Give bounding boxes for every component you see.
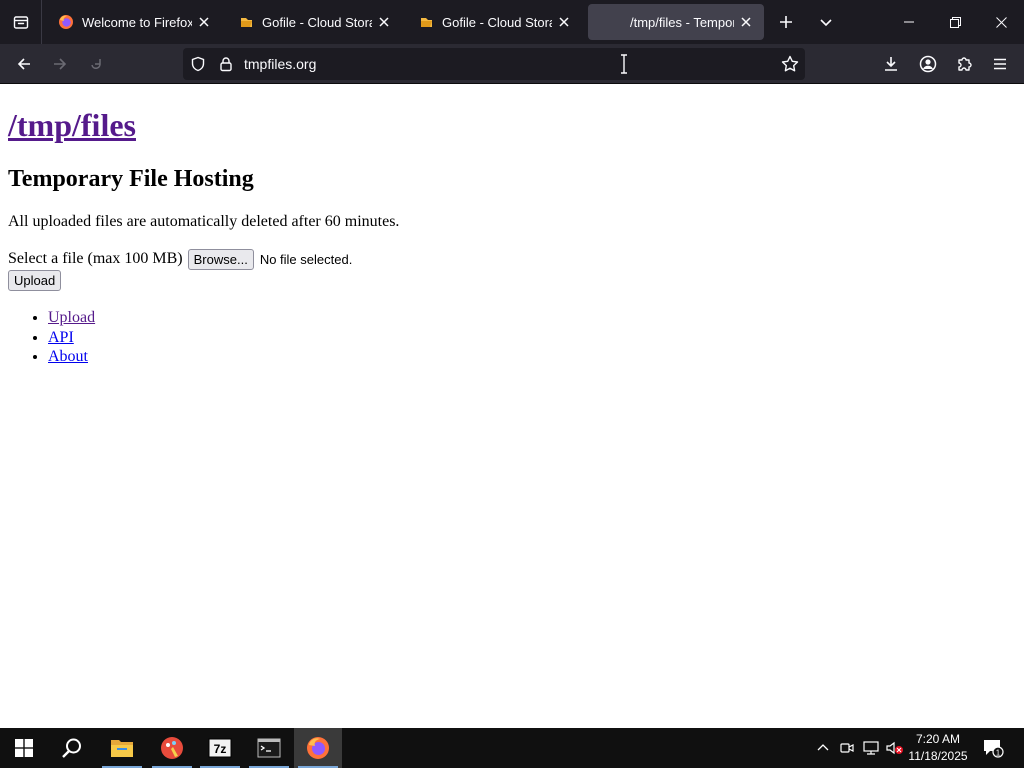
list-item: Upload (48, 308, 95, 328)
camera-icon (840, 743, 854, 753)
firefox-icon (58, 14, 74, 30)
navigation-toolbar: tmpfiles.org (0, 44, 1024, 84)
plus-icon (780, 16, 792, 28)
firefox-icon (307, 737, 329, 759)
firefox-view-icon (13, 16, 28, 29)
forward-arrow-icon (54, 58, 67, 70)
close-window-button[interactable] (978, 0, 1024, 44)
upload-button[interactable]: Upload (8, 270, 62, 291)
deletion-notice: All uploaded files are automatically del… (8, 213, 400, 230)
tab-title: /tmp/files - Temporary File Hosting (630, 14, 734, 30)
gofile-icon (238, 14, 254, 30)
site-home-link[interactable]: /tmp/files (8, 107, 136, 143)
back-arrow-icon (17, 58, 30, 70)
file-explorer-icon (111, 740, 133, 757)
clock-time: 7:20 AM (915, 732, 961, 746)
chevron-down-icon (820, 19, 832, 27)
site-title: /tmp/files (8, 107, 136, 144)
site-nav-list: Upload API About (48, 308, 95, 367)
tab-gofile-1[interactable]: Gofile - Cloud Storage Made Simple (226, 4, 402, 40)
tab-tmpfiles[interactable]: /tmp/files - Temporary File Hosting (588, 4, 764, 40)
volume-muted-icon (886, 741, 903, 755)
app-menu-button[interactable] (984, 48, 1016, 80)
nav-link-api[interactable]: API (48, 329, 74, 346)
network-icon (863, 741, 879, 755)
back-button[interactable] (8, 48, 40, 80)
nav-link-upload[interactable]: Upload (48, 309, 95, 326)
account-button[interactable] (912, 48, 944, 80)
tab-title: Welcome to Firefox (82, 14, 192, 30)
paint-app-icon (161, 737, 183, 759)
nav-link-about[interactable]: About (48, 348, 88, 365)
svg-text:7z: 7z (214, 742, 227, 756)
taskbar-paint-app[interactable] (148, 728, 196, 768)
tracking-protection-icon[interactable] (190, 56, 206, 76)
network-button[interactable] (860, 728, 882, 768)
chevron-up-icon (817, 744, 829, 751)
terminal-icon (257, 738, 281, 758)
taskbar-firefox[interactable] (294, 728, 342, 768)
downloads-button[interactable] (875, 48, 907, 80)
minimize-button[interactable] (886, 0, 932, 44)
taskbar-file-explorer[interactable] (98, 728, 146, 768)
search-button[interactable] (48, 728, 96, 768)
tab-title: Gofile - Cloud Storage Made Simple (262, 14, 372, 30)
system-clock[interactable]: 7:20 AM 11/18/2025 (904, 731, 972, 765)
notification-icon: 1 (984, 740, 1004, 758)
lock-icon[interactable] (218, 56, 234, 76)
windows-taskbar: 7z 7:20 AM 11/18/2025 1 (0, 728, 1024, 768)
gofile-icon (418, 14, 434, 30)
url-text: tmpfiles.org (244, 56, 317, 72)
action-center-button[interactable]: 1 (978, 728, 1008, 768)
file-select-row: Select a file (max 100 MB) Browse... No … (8, 248, 352, 270)
close-tab-icon[interactable] (192, 10, 216, 34)
svg-text:1: 1 (996, 749, 1001, 758)
blank-page-icon (600, 14, 616, 30)
tab-strip: Welcome to Firefox Gofile - Cloud Storag… (0, 0, 1024, 44)
list-all-tabs-button[interactable] (810, 0, 842, 44)
close-tab-icon[interactable] (552, 10, 576, 34)
firefox-view-button[interactable] (0, 0, 42, 44)
new-tab-button[interactable] (770, 0, 802, 44)
close-tab-icon[interactable] (734, 10, 758, 34)
reload-icon (91, 59, 101, 69)
reload-button[interactable] (80, 48, 112, 80)
close-icon (995, 16, 1007, 28)
list-item: API (48, 328, 95, 348)
restore-icon (949, 16, 961, 28)
extensions-button[interactable] (948, 48, 980, 80)
start-button[interactable] (0, 728, 48, 768)
forward-button[interactable] (44, 48, 76, 80)
volume-button[interactable] (884, 728, 906, 768)
show-hidden-icons-button[interactable] (812, 728, 834, 768)
taskbar-terminal[interactable] (245, 728, 293, 768)
browse-button[interactable]: Browse... (187, 248, 254, 270)
minimize-icon (904, 21, 914, 23)
start-icon (15, 739, 33, 757)
file-select-label: Select a file (max 100 MB) (8, 250, 183, 267)
hamburger-menu-icon (994, 58, 1006, 70)
meet-now-button[interactable] (836, 728, 858, 768)
restore-button[interactable] (932, 0, 978, 44)
taskbar-7zip[interactable]: 7z (196, 728, 244, 768)
download-icon (885, 57, 897, 71)
tab-gofile-2[interactable]: Gofile - Cloud Storage Made Simple (406, 4, 582, 40)
puzzle-icon (958, 57, 972, 71)
tab-title: Gofile - Cloud Storage Made Simple (442, 14, 552, 30)
text-cursor-icon (619, 54, 629, 78)
tab-welcome-firefox[interactable]: Welcome to Firefox (46, 4, 222, 40)
page-heading: Temporary File Hosting (8, 166, 254, 192)
file-status-text: No file selected. (259, 251, 353, 267)
page-content: /tmp/files Temporary File Hosting All up… (0, 85, 1024, 728)
close-tab-icon[interactable] (372, 10, 396, 34)
address-bar[interactable]: tmpfiles.org (183, 48, 805, 80)
7zip-icon: 7z (208, 738, 232, 758)
list-item: About (48, 347, 95, 367)
bookmark-star-icon[interactable] (781, 55, 799, 77)
clock-date: 11/18/2025 (908, 749, 968, 763)
search-icon (62, 738, 81, 758)
account-icon (919, 55, 937, 73)
